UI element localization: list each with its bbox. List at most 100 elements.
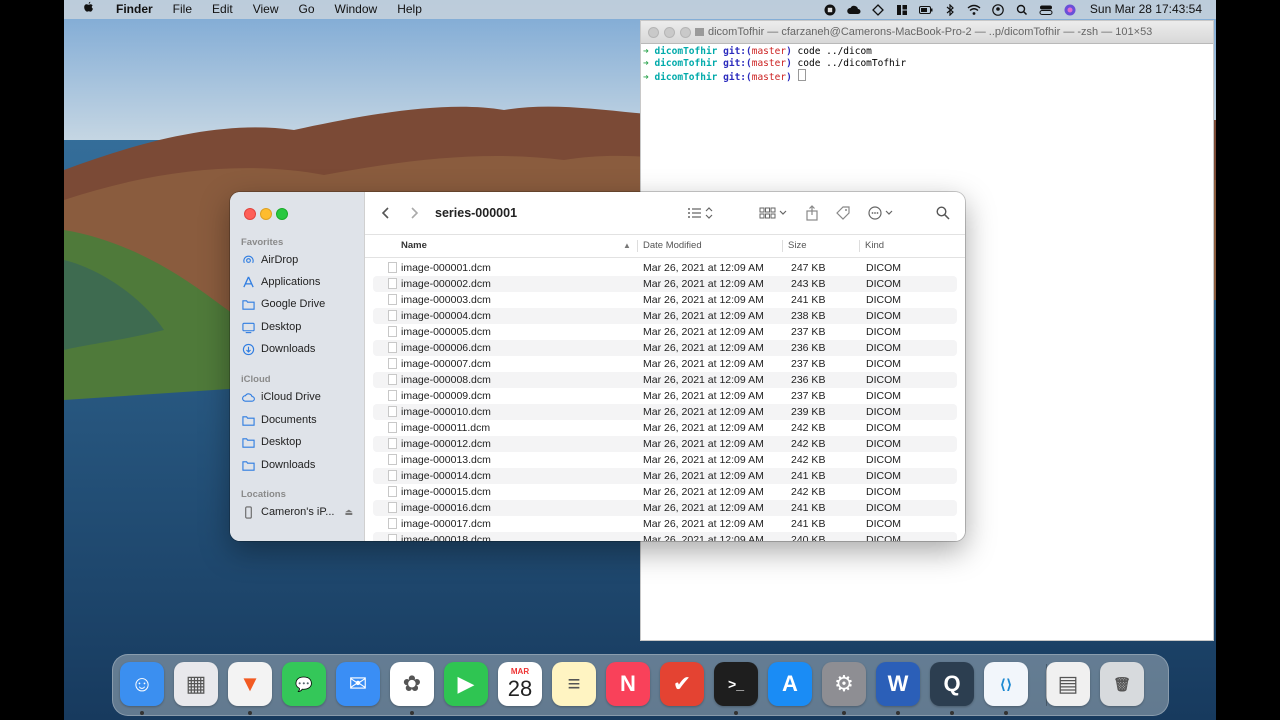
finder-zoom-button[interactable] (276, 208, 288, 220)
sidebar-section-icloud: iCloud (241, 374, 271, 385)
dock-finder-icon[interactable]: ☺ (120, 662, 164, 706)
dock-app-store-icon[interactable]: A (768, 662, 812, 706)
list-view-icon[interactable] (687, 203, 715, 223)
column-divider[interactable] (859, 240, 860, 252)
tile-icon[interactable] (895, 4, 909, 15)
share-icon[interactable] (805, 203, 819, 223)
sidebar-item-downloads[interactable]: Downloads (241, 339, 315, 359)
tag-icon[interactable] (835, 203, 851, 223)
file-row[interactable]: image-000002.dcm Mar 26, 2021 at 12:09 AM… (373, 276, 957, 292)
dropbox-icon[interactable] (871, 4, 885, 16)
file-row[interactable]: image-000011.dcm Mar 26, 2021 at 12:09 AM… (373, 420, 957, 436)
dock-messages-icon[interactable]: 💬 (282, 662, 326, 706)
file-row[interactable]: image-000008.dcm Mar 26, 2021 at 12:09 AM… (373, 372, 957, 388)
cloud-upload-icon[interactable] (847, 4, 861, 15)
file-row[interactable]: image-000016.dcm Mar 26, 2021 at 12:09 AM… (373, 500, 957, 516)
menu-help[interactable]: Help (387, 0, 432, 19)
sidebar-item-icloud-downloads[interactable]: Downloads (241, 455, 315, 475)
dock-brave-icon[interactable]: ▼ (228, 662, 272, 706)
column-divider[interactable] (782, 240, 783, 252)
dock-document-icon[interactable]: ▤ (1046, 662, 1090, 706)
dock-mail-icon[interactable]: ✉ (336, 662, 380, 706)
document-icon (388, 534, 397, 541)
file-row[interactable]: image-000015.dcm Mar 26, 2021 at 12:09 AM… (373, 484, 957, 500)
dock-vscode-icon[interactable]: ⟨⟩ (984, 662, 1028, 706)
sidebar-item-iphone[interactable]: Cameron's iP... ⏏ (241, 502, 353, 522)
file-date: Mar 26, 2021 at 12:09 AM (643, 342, 764, 354)
finder-minimize-button[interactable] (260, 208, 272, 220)
terminal-output[interactable]: ➜ dicomTofhir git:(master) code ../dicom… (641, 44, 1213, 84)
file-row[interactable]: image-000018.dcm Mar 26, 2021 at 12:09 AM… (373, 532, 957, 541)
siri-icon[interactable] (1063, 4, 1077, 16)
sidebar-item-icloud-desktop[interactable]: Desktop (241, 432, 301, 452)
dock-quicktime-icon[interactable]: Q (930, 662, 974, 706)
finder-close-button[interactable] (244, 208, 256, 220)
back-icon[interactable] (381, 203, 391, 223)
more-actions-icon[interactable] (868, 203, 896, 223)
sidebar-item-label: Downloads (261, 343, 316, 355)
search-icon[interactable] (936, 203, 950, 223)
terminal-minimize-button[interactable] (664, 26, 675, 38)
search-icon[interactable] (1015, 4, 1029, 16)
dock-terminal-icon[interactable]: >_ (714, 662, 758, 706)
column-divider[interactable] (637, 240, 638, 252)
file-row[interactable]: image-000003.dcm Mar 26, 2021 at 12:09 AM… (373, 292, 957, 308)
forward-icon[interactable] (409, 203, 419, 223)
dock-notes-icon[interactable]: ≡ (552, 662, 596, 706)
dock-system-preferences-icon[interactable]: ⚙ (822, 662, 866, 706)
dock-trash-icon[interactable]: 🗑 (1100, 662, 1144, 706)
dock-facetime-icon[interactable]: ▶ (444, 662, 488, 706)
dock-calendar-icon[interactable]: MAR 28 (498, 662, 542, 706)
dock-glyph: N (620, 671, 636, 696)
file-row[interactable]: image-000005.dcm Mar 26, 2021 at 12:09 AM… (373, 324, 957, 340)
terminal-zoom-button[interactable] (680, 26, 691, 38)
sidebar-item-icloud-drive[interactable]: iCloud Drive (241, 387, 321, 407)
file-row[interactable]: image-000012.dcm Mar 26, 2021 at 12:09 AM… (373, 436, 957, 452)
file-row[interactable]: image-000014.dcm Mar 26, 2021 at 12:09 AM… (373, 468, 957, 484)
file-row[interactable]: image-000013.dcm Mar 26, 2021 at 12:09 AM… (373, 452, 957, 468)
sort-ascending-icon[interactable]: ▲ (623, 235, 631, 257)
dock-todoist-icon[interactable]: ✔ (660, 662, 704, 706)
menu-window[interactable]: Window (325, 0, 388, 19)
column-header-kind[interactable]: Kind (865, 235, 884, 257)
menu-app-name[interactable]: Finder (106, 0, 163, 19)
menu-file[interactable]: File (163, 0, 202, 19)
terminal-close-button[interactable] (648, 26, 659, 38)
file-row[interactable]: image-000007.dcm Mar 26, 2021 at 12:09 AM… (373, 356, 957, 372)
file-row[interactable]: image-000010.dcm Mar 26, 2021 at 12:09 AM… (373, 404, 957, 420)
column-header-name[interactable]: Name (401, 235, 427, 257)
dock-word-icon[interactable]: W (876, 662, 920, 706)
file-row[interactable]: image-000017.dcm Mar 26, 2021 at 12:09 AM… (373, 516, 957, 532)
file-row[interactable]: image-000004.dcm Mar 26, 2021 at 12:09 AM… (373, 308, 957, 324)
file-row[interactable]: image-000001.dcm Mar 26, 2021 at 12:09 AM… (373, 260, 957, 276)
control-center-icon[interactable] (1039, 4, 1053, 15)
sidebar-item-airdrop[interactable]: AirDrop (241, 250, 298, 270)
group-icon[interactable] (759, 203, 789, 223)
user-icon[interactable] (991, 4, 1005, 16)
dock-news-icon[interactable]: N (606, 662, 650, 706)
menu-clock[interactable]: Sun Mar 28 17:43:54 (1082, 0, 1216, 19)
finder-window[interactable]: Favorites AirDrop Applications Google Dr… (230, 192, 965, 541)
file-row[interactable]: image-000009.dcm Mar 26, 2021 at 12:09 AM… (373, 388, 957, 404)
sidebar-item-desktop[interactable]: Desktop (241, 317, 301, 337)
prompt-branch: master (751, 72, 787, 83)
sidebar-item-google-drive[interactable]: Google Drive (241, 294, 325, 314)
column-header-date[interactable]: Date Modified (643, 235, 702, 257)
menu-view[interactable]: View (243, 0, 289, 19)
wifi-icon[interactable] (967, 4, 981, 15)
file-date: Mar 26, 2021 at 12:09 AM (643, 470, 764, 482)
apple-menu-icon[interactable] (64, 0, 106, 19)
menu-go[interactable]: Go (289, 0, 325, 19)
stop-record-icon[interactable] (823, 4, 837, 16)
dock-photos-icon[interactable]: ✿ (390, 662, 434, 706)
sidebar-item-documents[interactable]: Documents (241, 410, 317, 430)
file-row[interactable]: image-000006.dcm Mar 26, 2021 at 12:09 AM… (373, 340, 957, 356)
menu-edit[interactable]: Edit (202, 0, 243, 19)
dock-launchpad-icon[interactable]: ▦ (174, 662, 218, 706)
terminal-title-bar[interactable]: dicomTofhir — cfarzaneh@Camerons-MacBook… (641, 21, 1213, 44)
eject-icon[interactable]: ⏏ (344, 507, 353, 518)
battery-icon[interactable] (918, 4, 933, 15)
bluetooth-icon[interactable] (943, 4, 957, 16)
column-header-size[interactable]: Size (788, 235, 806, 257)
sidebar-item-applications[interactable]: Applications (241, 272, 320, 292)
